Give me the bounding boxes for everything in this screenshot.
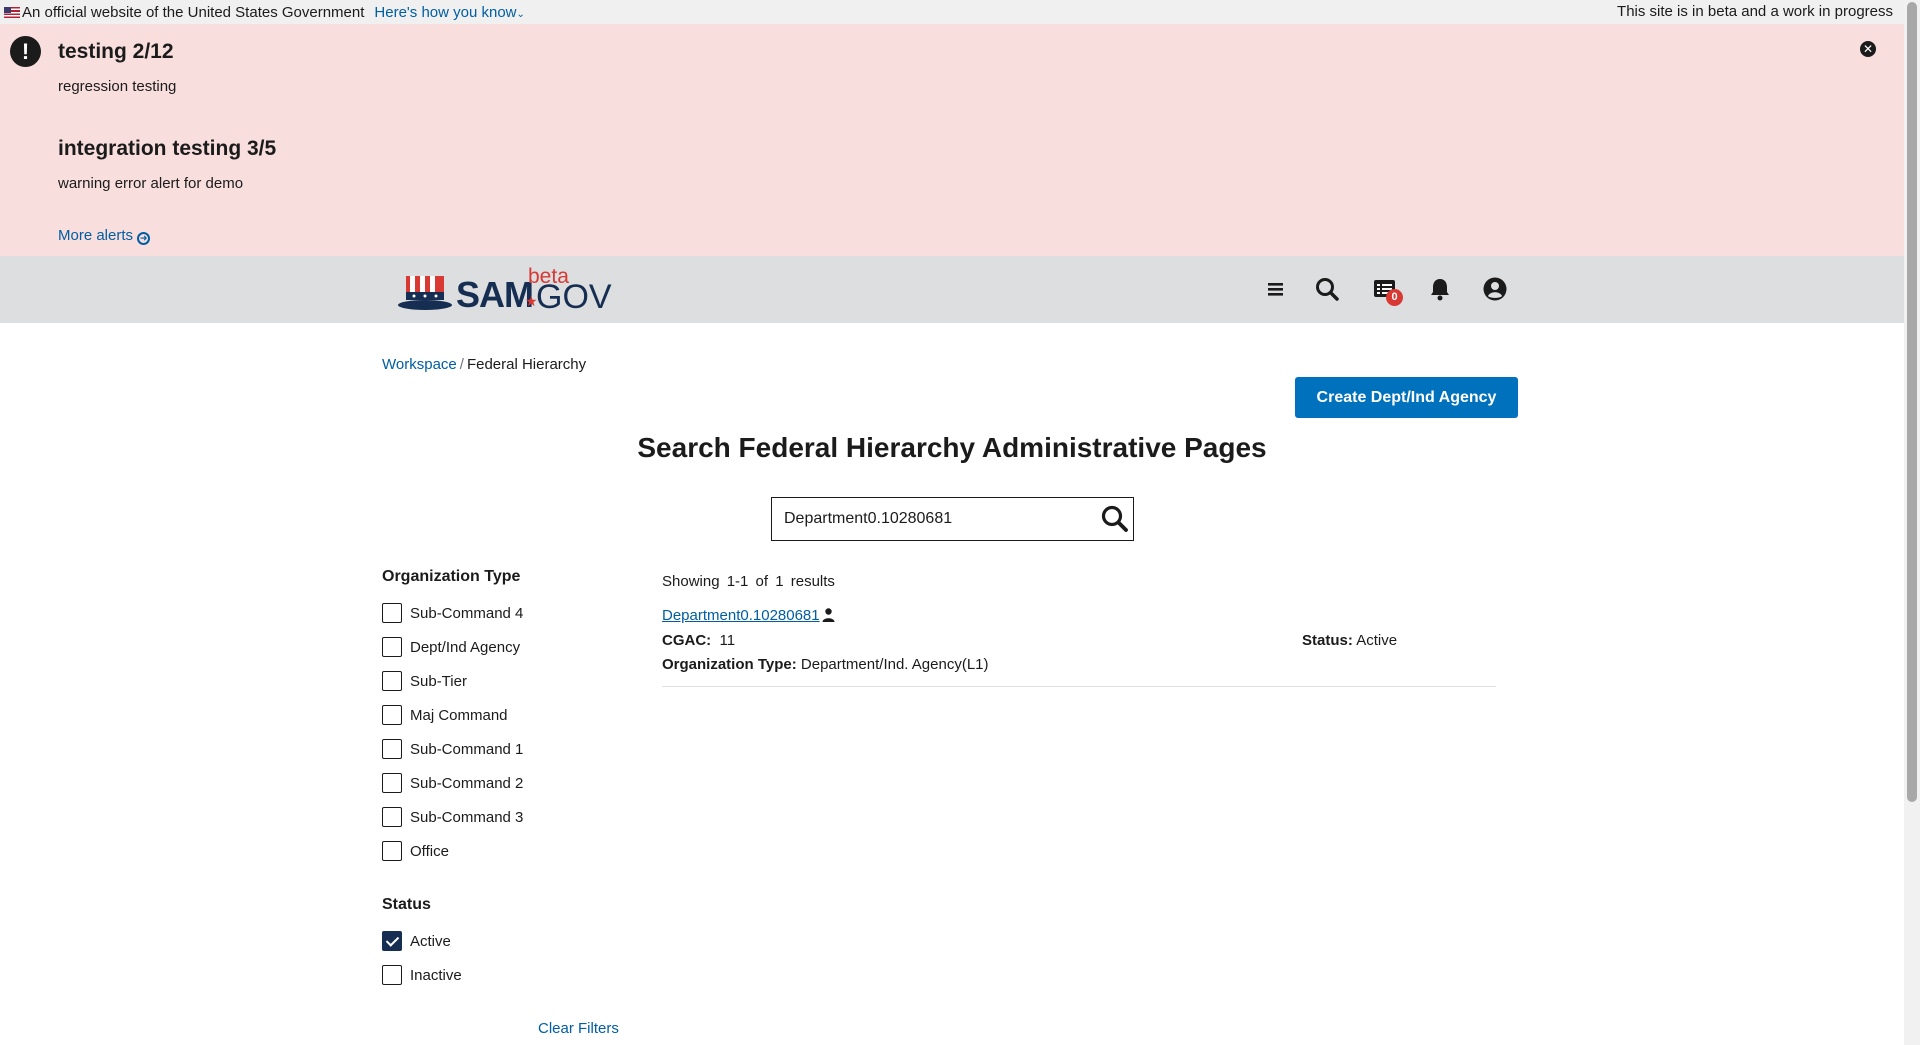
alert-body: warning error alert for demo: [58, 175, 244, 192]
checkbox-label: Active: [410, 932, 451, 950]
checkbox-label: Sub-Command 1: [410, 740, 524, 758]
logo-gov-text: GOV: [536, 278, 612, 316]
uncle-sam-hat-icon: [398, 276, 452, 310]
status-heading: Status: [382, 896, 431, 913]
bell-icon[interactable]: [1427, 276, 1453, 302]
official-site-text: An official website of the United States…: [22, 3, 365, 21]
page-title: Search Federal Hierarchy Administrative …: [0, 432, 1904, 464]
org-type-value: Department/Ind. Agency(L1): [800, 656, 989, 673]
clear-filters-link[interactable]: Clear Filters: [538, 1020, 619, 1037]
more-alerts-label: More alerts: [58, 227, 134, 244]
how-you-know-label: Here's how you know: [374, 3, 517, 21]
breadcrumb-separator: /: [459, 356, 464, 373]
checkbox[interactable]: [382, 637, 402, 657]
checkbox[interactable]: [382, 603, 402, 623]
close-alerts-icon[interactable]: ✕: [1860, 41, 1876, 57]
cgac-label: CGAC:: [662, 632, 712, 649]
cgac-value: 11: [719, 632, 736, 649]
alert-title: integration testing 3/5: [58, 137, 277, 160]
checkbox-label: Sub-Command 4: [410, 604, 524, 622]
filter-sub-command-2[interactable]: Sub-Command 2: [382, 772, 523, 794]
messages-icon[interactable]: 0: [1372, 276, 1403, 306]
scrollbar-thumb[interactable]: [1907, 2, 1917, 802]
breadcrumb: Workspace / Federal Hierarchy: [382, 356, 586, 373]
checkbox-label: Office: [410, 842, 449, 860]
checkbox[interactable]: [382, 739, 402, 759]
logo-sam-text: SAM: [456, 274, 534, 315]
result-name-link[interactable]: Department0.10280681: [662, 607, 820, 624]
chevron-down-icon: ⌄: [516, 8, 525, 20]
status-value: Active: [1356, 632, 1398, 649]
checkbox-label: Dept/Ind Agency: [410, 638, 521, 656]
page-scrollbar[interactable]: [1904, 0, 1920, 1045]
user-circle-icon[interactable]: [1482, 276, 1508, 302]
checkbox[interactable]: [382, 841, 402, 861]
search-input[interactable]: [772, 498, 1092, 540]
org-type-label: Organization Type:: [662, 656, 797, 673]
checkbox-label: Sub-Tier: [410, 672, 467, 690]
alert-item: integration testing 3/5 warning error al…: [58, 137, 276, 192]
checkbox[interactable]: [382, 705, 402, 725]
filter-sub-command-1[interactable]: Sub-Command 1: [382, 738, 523, 760]
more-alerts-link[interactable]: More alerts ➜: [58, 227, 151, 245]
checkbox[interactable]: [382, 807, 402, 827]
result-cgac: CGAC: 11: [662, 632, 735, 649]
alert-title: testing 2/12: [58, 40, 174, 63]
org-type-heading: Organization Type: [382, 568, 521, 585]
how-you-know-link[interactable]: Here's how you know⌄: [374, 4, 525, 21]
search-box: [771, 497, 1134, 541]
breadcrumb-workspace-link[interactable]: Workspace: [382, 356, 457, 373]
checkbox-checked[interactable]: [382, 931, 402, 951]
sam-gov-logo[interactable]: SAM beta ★ GOV: [396, 265, 612, 316]
beta-notice: This site is in beta and a work in progr…: [1617, 3, 1893, 20]
page-title-text: Search Federal Hierarchy Administrative …: [637, 432, 1267, 463]
checkbox-label: Sub-Command 2: [410, 774, 524, 792]
search-icon[interactable]: [1314, 276, 1340, 302]
filter-sub-command-4[interactable]: Sub-Command 4: [382, 602, 523, 624]
messages-count-badge: 0: [1386, 289, 1403, 306]
breadcrumb-current: Federal Hierarchy: [466, 356, 587, 373]
us-flag-icon: [4, 6, 20, 18]
exclamation-icon: !: [10, 36, 41, 67]
filter-office[interactable]: Office: [382, 840, 449, 862]
checkbox[interactable]: [382, 773, 402, 793]
filter-sub-command-3[interactable]: Sub-Command 3: [382, 806, 523, 828]
checkbox-label: Sub-Command 3: [410, 808, 524, 826]
checkbox-label: Maj Command: [410, 706, 508, 724]
alert-item: testing 2/12 regression testing: [58, 40, 176, 95]
checkbox[interactable]: [382, 965, 402, 985]
checkbox-label: Inactive: [410, 966, 462, 984]
arrow-circle-right-icon: ➜: [137, 232, 151, 245]
search-submit-icon[interactable]: [1100, 504, 1130, 534]
user-icon: [822, 608, 835, 622]
alert-body: regression testing: [58, 78, 177, 95]
checkbox[interactable]: [382, 671, 402, 691]
menu-icon[interactable]: [1262, 276, 1288, 302]
filter-status-active[interactable]: Active: [382, 930, 451, 952]
filter-status-inactive[interactable]: Inactive: [382, 964, 462, 986]
results-count: Showing 1-1 of 1 results: [662, 573, 835, 590]
filter-maj-command[interactable]: Maj Command: [382, 704, 508, 726]
filter-sub-tier[interactable]: Sub-Tier: [382, 670, 467, 692]
status-label: Status:: [1302, 632, 1353, 649]
site-header: SAM beta ★ GOV 0: [0, 256, 1904, 323]
result-org-type: Organization Type: Department/Ind. Agenc…: [662, 656, 989, 673]
create-dept-agency-button[interactable]: Create Dept/Ind Agency: [1295, 377, 1518, 418]
result-status: Status: Active: [1302, 632, 1397, 649]
alerts-panel: ! ✕ testing 2/12 regression testing inte…: [0, 24, 1904, 256]
filter-dept-ind-agency[interactable]: Dept/Ind Agency: [382, 636, 520, 658]
result-divider: [662, 686, 1496, 687]
gov-banner: An official website of the United States…: [0, 0, 1904, 24]
